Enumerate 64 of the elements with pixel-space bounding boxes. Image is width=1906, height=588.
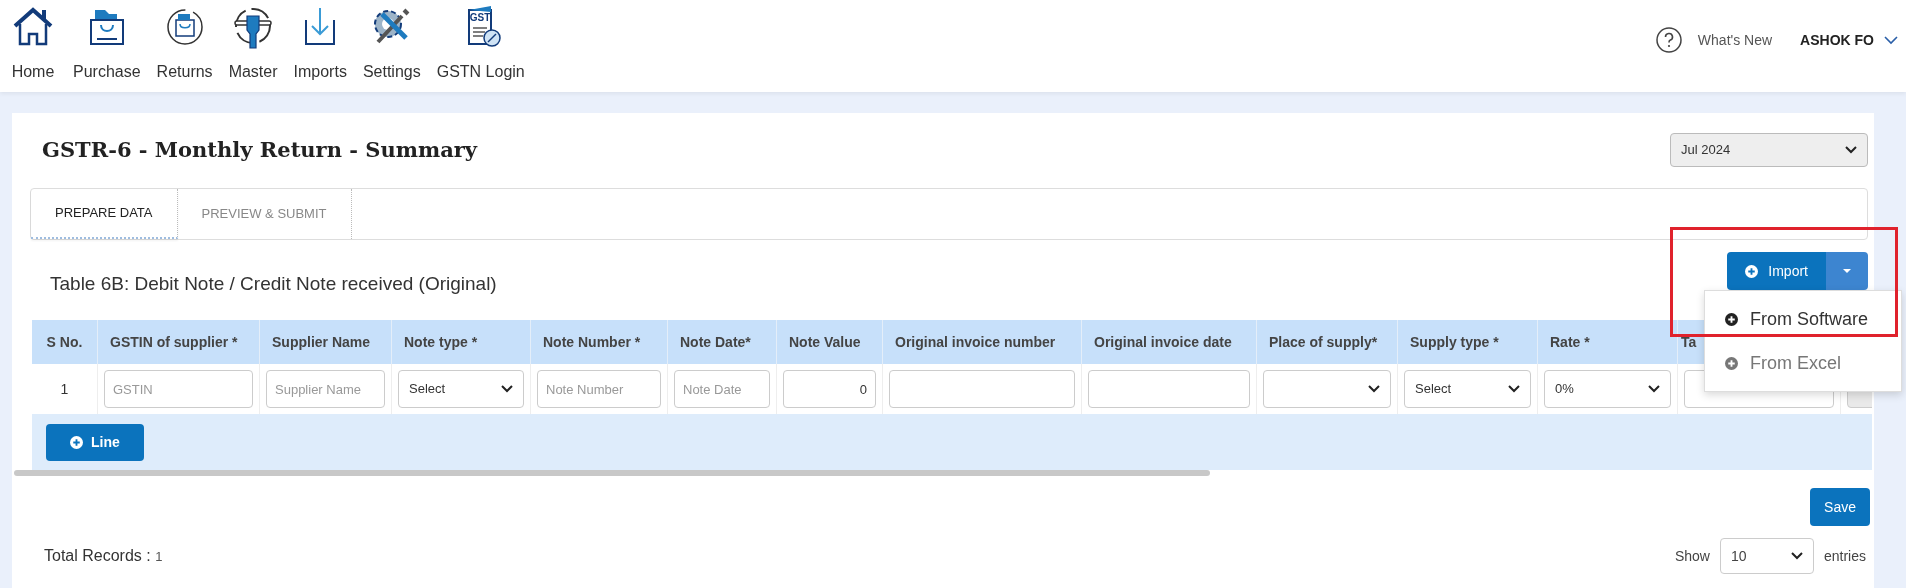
input-field[interactable]: Supplier Name <box>266 370 385 408</box>
save-button[interactable]: Save <box>1810 488 1870 526</box>
column-header: Note type * <box>404 332 478 352</box>
select-field[interactable]: Select <box>398 370 524 408</box>
tab[interactable]: PREVIEW & SUBMIT <box>177 189 352 239</box>
page-size-select[interactable]: 10 <box>1719 538 1814 574</box>
column-header: Supplier Name <box>272 332 371 352</box>
column-header: Original invoice date <box>1094 332 1232 352</box>
nav-item[interactable]: Master <box>225 2 281 84</box>
help-icon[interactable] <box>1655 27 1682 53</box>
chevron-down-icon <box>501 385 513 393</box>
menu-item[interactable]: From Software <box>1705 297 1901 341</box>
nav-item[interactable]: Imports <box>290 2 350 84</box>
input-field[interactable]: Note Number <box>537 370 661 408</box>
chevron-down-icon <box>1790 552 1803 560</box>
column-header: Place of supply* <box>1269 332 1378 352</box>
nav-item[interactable]: Home <box>6 2 60 84</box>
chevron-down-icon <box>1648 385 1660 393</box>
dropdown-toggle[interactable] <box>1826 252 1868 290</box>
chevron-down-icon[interactable] <box>1884 35 1898 45</box>
nav-item[interactable]: Purchase <box>70 2 144 84</box>
plus-circle-icon <box>70 435 83 449</box>
plus-circle-icon <box>1725 312 1738 326</box>
input-field[interactable]: Note Date <box>674 370 770 408</box>
input-field[interactable]: GSTIN <box>104 370 253 408</box>
page-title: GSTR-6 - Monthly Return - Summary <box>42 136 478 165</box>
scrollbar-thumb[interactable] <box>14 470 1210 476</box>
whats-new-link[interactable]: What's New <box>1697 29 1773 51</box>
select-field[interactable]: Select <box>1404 370 1531 408</box>
select-field[interactable] <box>1263 370 1391 408</box>
column-header: Ta <box>1681 332 1697 352</box>
menu-item[interactable]: From Excel <box>1705 341 1901 385</box>
input-field[interactable] <box>889 370 1075 408</box>
caret-icon <box>1843 269 1851 273</box>
import-button[interactable]: Import <box>1727 252 1826 290</box>
column-header: Note Number * <box>543 332 641 352</box>
select-field[interactable]: 0% <box>1544 370 1671 408</box>
nav-item[interactable]: Settings <box>359 2 424 84</box>
section-title: Table 6B: Debit Note / Credit Note received (Original) <box>50 271 497 296</box>
column-header: S No. <box>46 332 83 352</box>
add-line-button[interactable]: Line <box>46 423 144 461</box>
chevron-down-icon <box>1845 146 1857 154</box>
nav-item[interactable]: GST GSTN Login <box>433 2 528 84</box>
show-label: Show <box>1674 546 1710 566</box>
column-header: Note Date* <box>680 332 751 352</box>
column-header: Note Value <box>789 332 861 352</box>
tab[interactable]: PREPARE DATA <box>31 189 178 239</box>
column-header: Rate * <box>1550 332 1590 352</box>
plus-circle-icon <box>1725 356 1738 370</box>
user-name[interactable]: ASHOK FO <box>1800 29 1874 51</box>
chevron-down-icon <box>1368 385 1380 393</box>
column-header: GSTIN of supplier * <box>110 332 238 352</box>
entries-label: entries <box>1823 546 1866 566</box>
column-header: Original invoice number <box>895 332 1056 352</box>
column-header: Supply type * <box>1410 332 1499 352</box>
number-field[interactable]: 0 <box>783 370 876 408</box>
icon-label: GST <box>469 13 491 23</box>
nav-item[interactable]: Returns <box>153 2 216 84</box>
chevron-down-icon <box>1508 385 1520 393</box>
month-select[interactable]: Jul 2024 <box>1670 133 1868 167</box>
table-cell-text: 1 <box>60 379 69 399</box>
plus-circle-icon <box>1745 264 1759 278</box>
total-records: Total Records : 1 <box>44 546 163 566</box>
input-field[interactable] <box>1088 370 1250 408</box>
